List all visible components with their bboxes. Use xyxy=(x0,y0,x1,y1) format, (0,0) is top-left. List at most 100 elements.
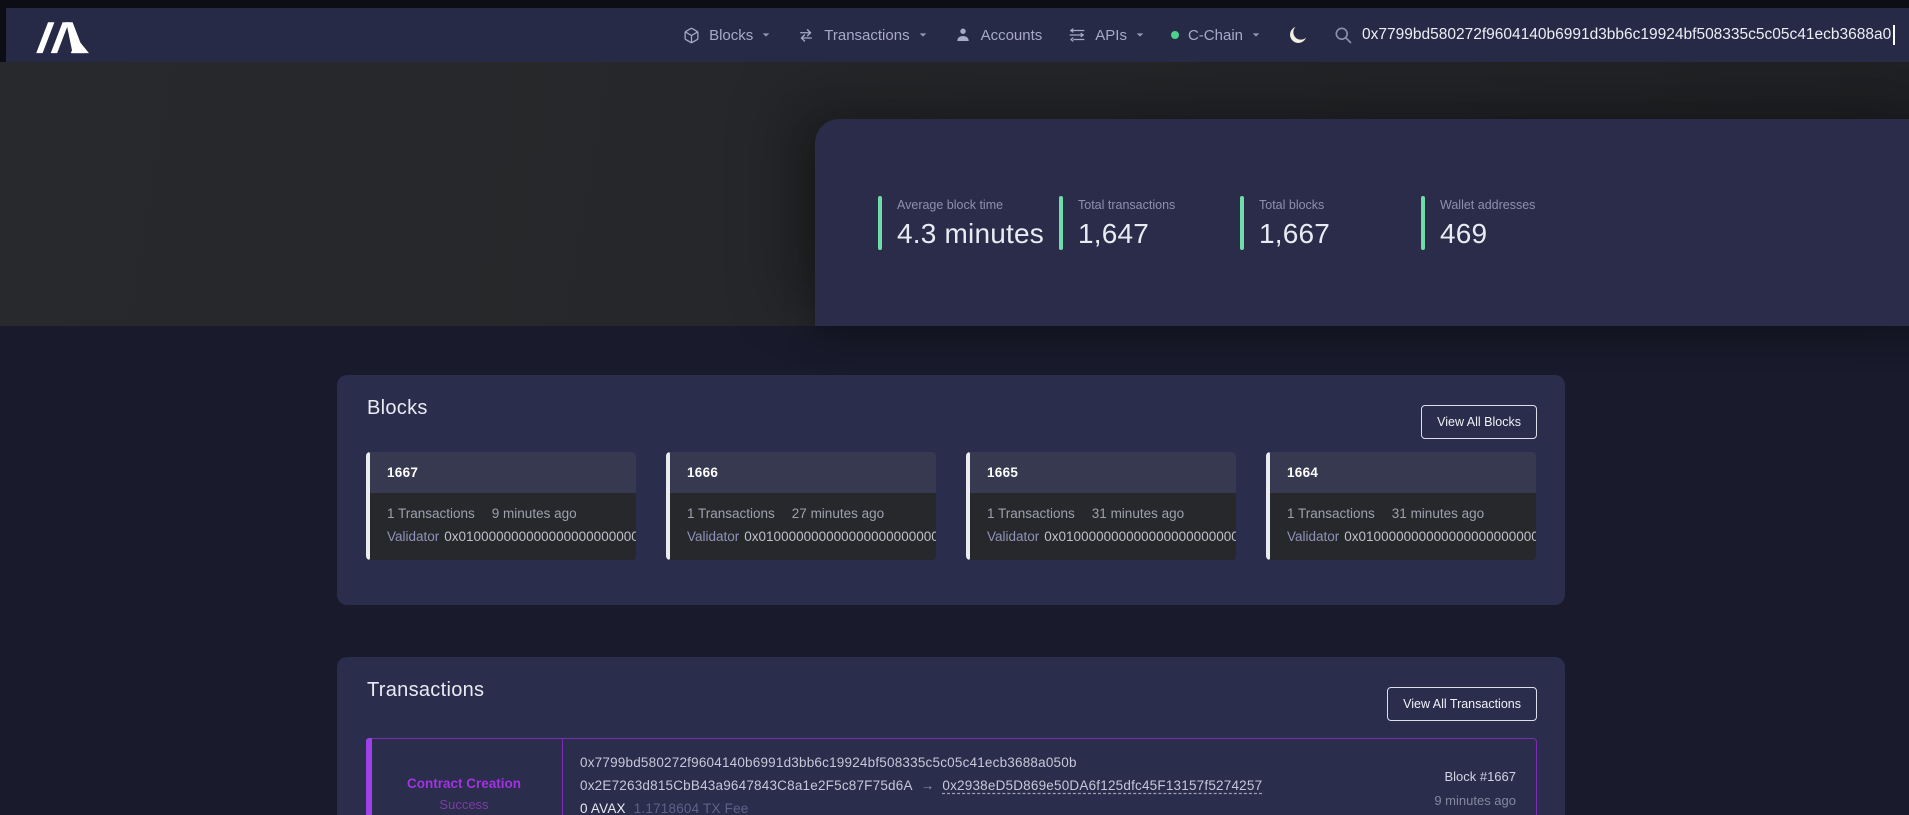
chevron-down-icon xyxy=(918,30,928,40)
tx-arrow: → xyxy=(921,778,935,793)
block-tx-count: 1 Transactions xyxy=(687,506,775,521)
block-number[interactable]: 1666 xyxy=(687,465,718,480)
tx-fee: 1.1718604 TX Fee xyxy=(634,801,749,815)
block-card[interactable]: 1667 1 Transactions9 minutes ago Validat… xyxy=(366,452,636,560)
block-number[interactable]: 1667 xyxy=(387,465,418,480)
block-card[interactable]: 1666 1 Transactions 27 minutes ago Valida… xyxy=(666,452,936,560)
validator-label: Validator xyxy=(987,529,1039,544)
block-card[interactable]: 1665 1 Transactions31 minutes ago Valida… xyxy=(966,452,1236,560)
blocks-section-title: Blocks xyxy=(367,397,428,420)
nav-item-c-chain[interactable]: C-Chain xyxy=(1171,27,1261,44)
tx-from-address[interactable]: 0x2E7263d815CbB43a9647843C8a1e2F5c87F75d… xyxy=(580,778,913,793)
nav-item-label: C-Chain xyxy=(1188,27,1243,44)
validator-address[interactable]: 0x0100000000000000000000000... xyxy=(444,529,636,544)
validator-address[interactable]: 0x0100000000000000000000000... xyxy=(1344,529,1536,544)
theme-toggle[interactable] xyxy=(1287,24,1309,46)
tx-to-address[interactable]: 0x2938eD5D869e50DA6f125dfc45F13157f52742… xyxy=(942,778,1262,793)
block-number[interactable]: 1664 xyxy=(1287,465,1318,480)
view-all-transactions-button[interactable]: View All Transactions xyxy=(1387,687,1537,721)
sliders-icon xyxy=(1068,26,1086,44)
chevron-down-icon xyxy=(1251,30,1261,40)
block-age: 9 minutes ago xyxy=(492,506,577,521)
block-card-body: 1 Transactions 27 minutes ago Validator 0x… xyxy=(666,493,936,560)
tx-block-link[interactable]: Block #1667 xyxy=(1434,769,1516,784)
block-card[interactable]: 1664 1 Transactions 31 minutes ago Valida… xyxy=(1266,452,1536,560)
nav-item-transactions[interactable]: Transactions xyxy=(797,26,927,44)
nav-item-label: Blocks xyxy=(709,27,753,44)
block-tx-count: 1 Transactions xyxy=(1287,506,1375,521)
nav-item-label: Accounts xyxy=(981,27,1043,44)
hero: Average block time 4.3 minutes Total tra… xyxy=(0,62,1909,326)
block-card-header: 1667 xyxy=(366,452,636,493)
block-cards: 1667 1 Transactions9 minutes ago Validat… xyxy=(366,452,1536,560)
nav-item-blocks[interactable]: Blocks xyxy=(683,27,771,44)
tx-meta: Block #1667 9 minutes ago xyxy=(1434,769,1516,808)
chevron-down-icon xyxy=(761,30,771,40)
validator-address[interactable]: 0x0100000000000000000000000... xyxy=(744,529,936,544)
stat-total-blocks: Total blocks 1,667 xyxy=(1240,196,1421,250)
validator-label: Validator xyxy=(1287,529,1339,544)
tx-amount: 0 AVAX xyxy=(580,801,626,815)
nav-menu: Blocks Transactions xyxy=(683,26,1261,44)
validator-label: Validator xyxy=(387,529,439,544)
block-card-body: 1 Transactions 31 minutes ago Validator 0x… xyxy=(1266,493,1536,560)
block-tx-count: 1 Transactions xyxy=(987,506,1075,521)
block-card-accent-bar xyxy=(966,452,970,560)
validator-label: Validator xyxy=(687,529,739,544)
nav-item-label: APIs xyxy=(1095,27,1127,44)
block-card-accent-bar xyxy=(666,452,670,560)
network-status-dot xyxy=(1171,31,1179,39)
stat-value: 469 xyxy=(1440,218,1535,250)
avalanche-logo[interactable] xyxy=(36,15,91,55)
stat-value: 4.3 minutes xyxy=(897,218,1044,250)
nav-item-label: Transactions xyxy=(824,27,909,44)
stat-label: Wallet addresses xyxy=(1440,198,1535,212)
block-age: 27 minutes ago xyxy=(792,506,884,521)
transactions-section: Transactions View All Transactions Contr… xyxy=(337,657,1565,815)
stat-accent-bar xyxy=(1240,196,1244,250)
swap-arrows-icon xyxy=(797,26,815,44)
stat-accent-bar xyxy=(878,196,882,250)
blocks-section: Blocks View All Blocks 1667 1 Transactio… xyxy=(337,375,1565,605)
transaction-type-cell: Contract Creation Success xyxy=(366,739,563,815)
stat-label: Total blocks xyxy=(1259,198,1330,212)
stat-total-transactions: Total transactions 1,647 xyxy=(1059,196,1240,250)
cube-icon xyxy=(683,27,700,44)
block-card-header: 1666 xyxy=(666,452,936,493)
block-card-body: 1 Transactions31 minutes ago Validator0x… xyxy=(966,493,1236,560)
page: Blocks Transactions xyxy=(0,0,1909,815)
transaction-row[interactable]: Contract Creation Success 0x7799bd580272… xyxy=(366,738,1537,815)
validator-address[interactable]: 0x0100000000000000000000000... xyxy=(1044,529,1236,544)
tx-status: Success xyxy=(439,797,488,812)
block-age: 31 minutes ago xyxy=(1392,506,1484,521)
block-card-body: 1 Transactions9 minutes ago Validator0x0… xyxy=(366,493,636,560)
navbar: Blocks Transactions xyxy=(0,8,1909,62)
block-card-accent-bar xyxy=(1266,452,1270,560)
block-card-accent-bar xyxy=(366,452,370,560)
person-icon xyxy=(954,26,972,44)
search-icon xyxy=(1333,25,1353,45)
block-card-header: 1664 xyxy=(1266,452,1536,493)
search-bar: 0x7799bd580272f9604140b6991d3bb6c19924bf… xyxy=(1333,25,1909,45)
transaction-detail-cell: 0x7799bd580272f9604140b6991d3bb6c19924bf… xyxy=(563,739,1536,815)
block-card-header: 1665 xyxy=(966,452,1236,493)
nav-item-apis[interactable]: APIs xyxy=(1068,26,1145,44)
stat-value: 1,647 xyxy=(1078,218,1175,250)
avalanche-logo-icon xyxy=(36,15,91,55)
stat-average-block-time: Average block time 4.3 minutes xyxy=(878,196,1059,250)
nav-item-accounts[interactable]: Accounts xyxy=(954,26,1043,44)
stat-wallet-addresses: Wallet addresses 469 xyxy=(1421,196,1602,250)
tx-age: 9 minutes ago xyxy=(1434,793,1516,808)
text-caret xyxy=(1893,25,1895,45)
block-number[interactable]: 1665 xyxy=(987,465,1018,480)
search-input[interactable]: 0x7799bd580272f9604140b6991d3bb6c19924bf… xyxy=(1362,26,1892,44)
tx-accent-bar xyxy=(366,738,372,815)
stat-value: 1,667 xyxy=(1259,218,1330,250)
chevron-down-icon xyxy=(1135,30,1145,40)
transactions-section-title: Transactions xyxy=(367,679,484,702)
tx-hash-link[interactable]: 0x7799bd580272f9604140b6991d3bb6c19924bf… xyxy=(580,755,1536,770)
stat-label: Average block time xyxy=(897,198,1044,212)
view-all-blocks-button[interactable]: View All Blocks xyxy=(1421,405,1537,439)
window-top-edge xyxy=(0,0,1909,8)
stats-panel: Average block time 4.3 minutes Total tra… xyxy=(815,119,1909,326)
